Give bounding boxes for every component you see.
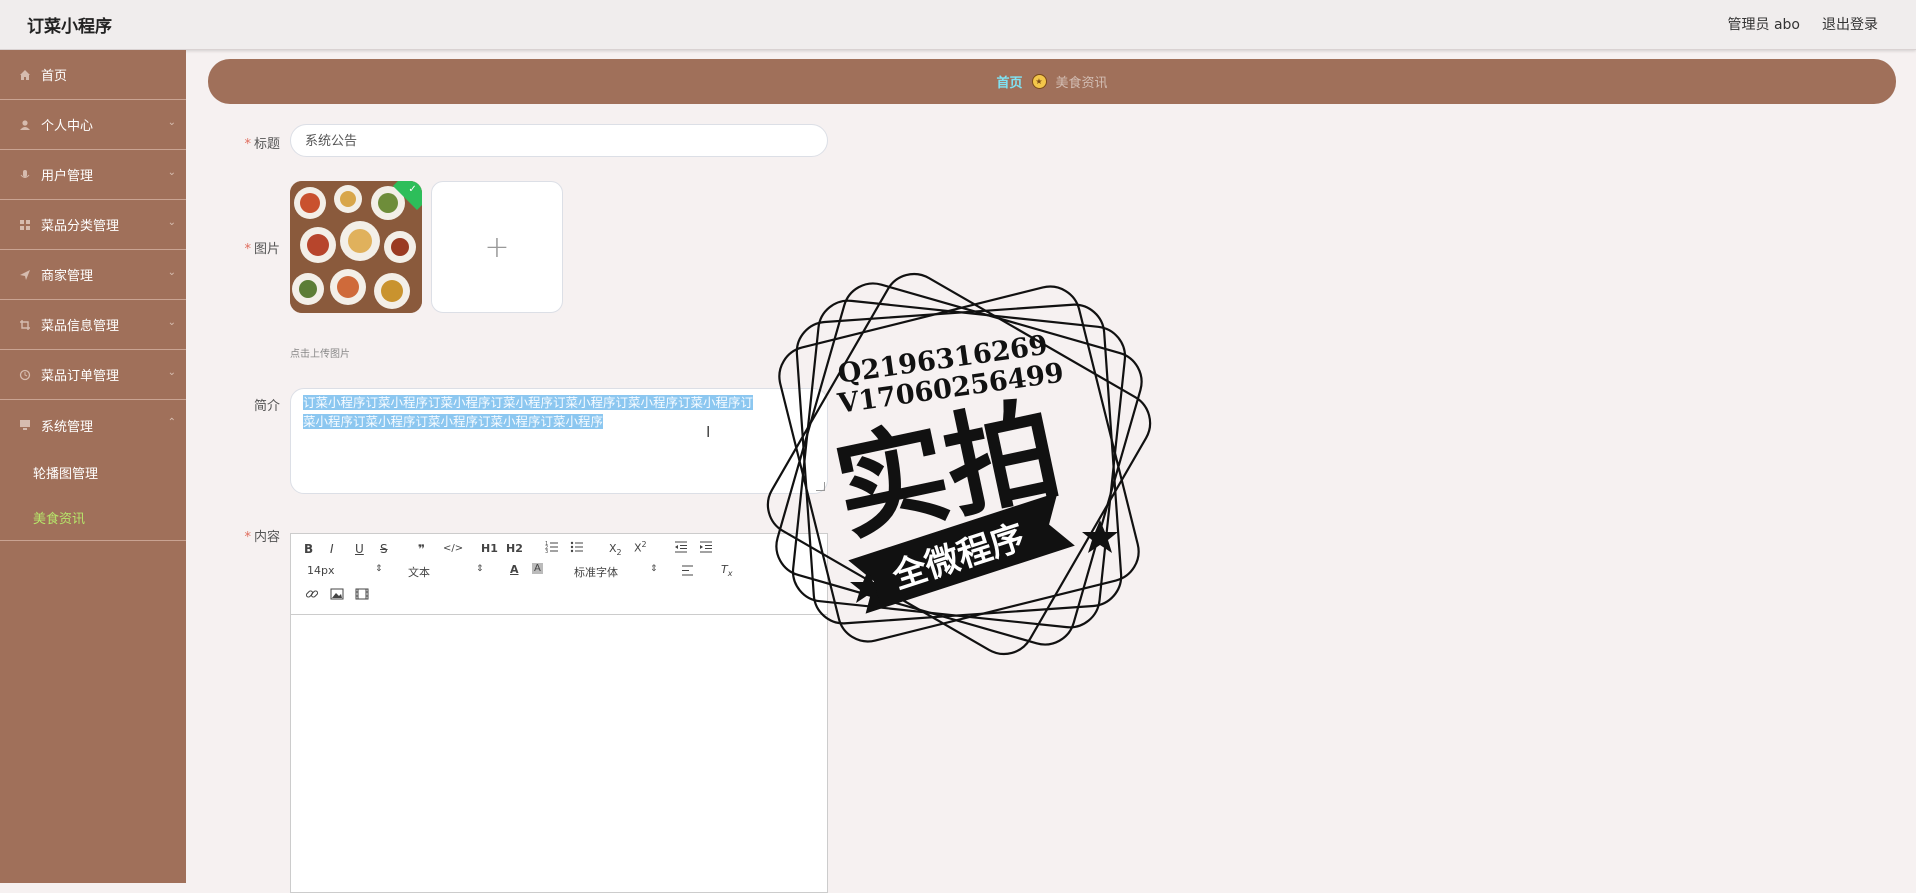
font-color-button[interactable]: A <box>510 563 519 576</box>
top-right-actions: 管理员 abo 退出登录 <box>1728 14 1878 34</box>
clear-format-button[interactable]: Tx <box>721 563 732 578</box>
select-arrows-icon: ⇕ <box>375 564 383 574</box>
subscript-button[interactable]: X2 <box>609 542 622 557</box>
user-icon <box>18 118 32 132</box>
bold-button[interactable]: B <box>304 542 313 556</box>
plus-icon: + <box>484 229 510 265</box>
mic-icon <box>18 168 32 182</box>
svg-text:3: 3 <box>545 549 548 554</box>
grid-icon <box>18 218 32 232</box>
font-family-select[interactable]: 标准字体 <box>574 564 618 580</box>
breadcrumb-current: 美食资讯 <box>1055 76 1108 91</box>
sidebar-item-system[interactable]: 系统管理 ⌃ <box>0 400 186 450</box>
sidebar-item-dish-info[interactable]: 菜品信息管理 ⌄ <box>0 300 186 350</box>
strike-button[interactable]: S <box>380 542 388 556</box>
sidebar-item-label: 商家管理 <box>41 269 94 284</box>
chevron-down-icon: ⌄ <box>167 367 176 378</box>
sidebar-item-merchant[interactable]: 商家管理 ⌄ <box>0 250 186 300</box>
home-icon <box>18 68 32 82</box>
sidebar-item-label: 首页 <box>41 69 68 84</box>
chevron-up-icon: ⌃ <box>167 417 176 428</box>
system-submenu: 轮播图管理 美食资讯 <box>0 450 186 541</box>
text-cursor-icon: I <box>706 423 711 441</box>
intro-text-line: 订菜小程序订菜小程序订菜小程序订菜小程序订菜小程序订菜小程序订菜小程序订 <box>303 395 754 410</box>
underline-button[interactable]: U <box>355 542 364 556</box>
sidebar-item-label: 菜品信息管理 <box>41 319 120 334</box>
select-arrows-icon: ⇕ <box>476 564 484 574</box>
image-icon[interactable] <box>330 588 344 603</box>
food-photo <box>290 181 422 313</box>
breadcrumb-home[interactable]: 首页 <box>996 72 1022 91</box>
intro-text-line: 菜小程序订菜小程序订菜小程序订菜小程序订菜小程序 <box>303 414 604 429</box>
top-bar: 订菜小程序 管理员 abo 退出登录 <box>0 0 1916 50</box>
monitor-icon <box>18 418 32 432</box>
send-icon <box>18 268 32 282</box>
rich-text-editor[interactable]: B I U S ❞ </> H1 H2 123 X2 X2 14px ⇕ 文本 … <box>290 533 828 893</box>
sidebar-item-dish-category[interactable]: 菜品分类管理 ⌄ <box>0 200 186 250</box>
italic-button[interactable]: I <box>330 542 334 556</box>
heading2-button[interactable]: H2 <box>506 542 523 555</box>
editor-toolbar: B I U S ❞ </> H1 H2 123 X2 X2 14px ⇕ 文本 … <box>291 534 827 615</box>
clock-icon <box>18 368 32 382</box>
superscript-button[interactable]: X2 <box>634 540 647 555</box>
sidebar-subitem-carousel[interactable]: 轮播图管理 <box>0 450 186 495</box>
code-block-button[interactable]: </> <box>443 543 463 554</box>
ordered-list-icon[interactable]: 123 <box>545 540 559 557</box>
video-icon[interactable] <box>355 588 369 603</box>
sidebar-item-label: 用户管理 <box>41 169 94 184</box>
admin-user-label[interactable]: 管理员 abo <box>1728 14 1800 34</box>
app-title: 订菜小程序 <box>27 17 112 37</box>
background-color-button[interactable]: A <box>532 563 543 574</box>
image-label: * 图片 <box>244 242 280 257</box>
align-icon[interactable] <box>681 565 694 579</box>
heading1-button[interactable]: H1 <box>481 542 498 555</box>
upload-hint: 点击上传图片 <box>290 349 350 360</box>
sidebar-item-users[interactable]: 用户管理 ⌄ <box>0 150 186 200</box>
title-label: * 标题 <box>244 137 280 152</box>
sidebar-item-label: 系统管理 <box>41 419 94 435</box>
sidebar-subitem-food-news[interactable]: 美食资讯 <box>0 495 186 540</box>
content-label: * 内容 <box>244 530 280 545</box>
sidebar-item-label: 菜品分类管理 <box>41 219 120 234</box>
intro-label: 简介 <box>253 399 280 414</box>
breadcrumb: 首页 ★ 美食资讯 <box>208 59 1896 104</box>
bullet-list-icon[interactable] <box>570 540 584 557</box>
chevron-down-icon: ⌄ <box>167 317 176 328</box>
check-icon: ✓ <box>408 183 417 195</box>
watermark-stamp: Q2196316269 V17060256499 实拍 全微程序 <box>755 258 1163 670</box>
sidebar: 首页 个人中心 ⌄ 用户管理 ⌄ 菜品分类管理 ⌄ 商家管理 ⌄ 菜品信息管理 … <box>0 50 186 883</box>
sidebar-item-dish-orders[interactable]: 菜品订单管理 ⌄ <box>0 350 186 400</box>
title-input[interactable]: 系统公告 <box>290 124 828 157</box>
paragraph-select[interactable]: 文本 <box>408 564 430 580</box>
uploaded-image-thumbnail[interactable]: ✓ <box>290 181 422 313</box>
chevron-down-icon: ⌄ <box>167 117 176 128</box>
link-icon[interactable] <box>305 587 319 604</box>
font-size-select[interactable]: 14px <box>307 564 335 577</box>
sidebar-item-profile[interactable]: 个人中心 ⌄ <box>0 100 186 150</box>
chevron-down-icon: ⌄ <box>167 267 176 278</box>
upload-image-button[interactable]: + <box>431 181 563 313</box>
indent-icon[interactable] <box>699 541 713 556</box>
outdent-icon[interactable] <box>674 541 688 556</box>
crop-icon <box>18 318 32 332</box>
editor-content-area[interactable] <box>291 615 827 893</box>
select-arrows-icon: ⇕ <box>650 564 658 574</box>
chevron-down-icon: ⌄ <box>167 217 176 228</box>
sidebar-item-label: 个人中心 <box>41 119 94 134</box>
logout-link[interactable]: 退出登录 <box>1822 14 1878 34</box>
star-icon: ★ <box>1031 74 1047 89</box>
blockquote-button[interactable]: ❞ <box>418 542 425 556</box>
sidebar-item-home[interactable]: 首页 <box>0 50 186 100</box>
chevron-down-icon: ⌄ <box>167 167 176 178</box>
sidebar-item-label: 菜品订单管理 <box>41 369 120 384</box>
intro-textarea[interactable]: 订菜小程序订菜小程序订菜小程序订菜小程序订菜小程序订菜小程序订菜小程序订 菜小程… <box>290 388 828 494</box>
